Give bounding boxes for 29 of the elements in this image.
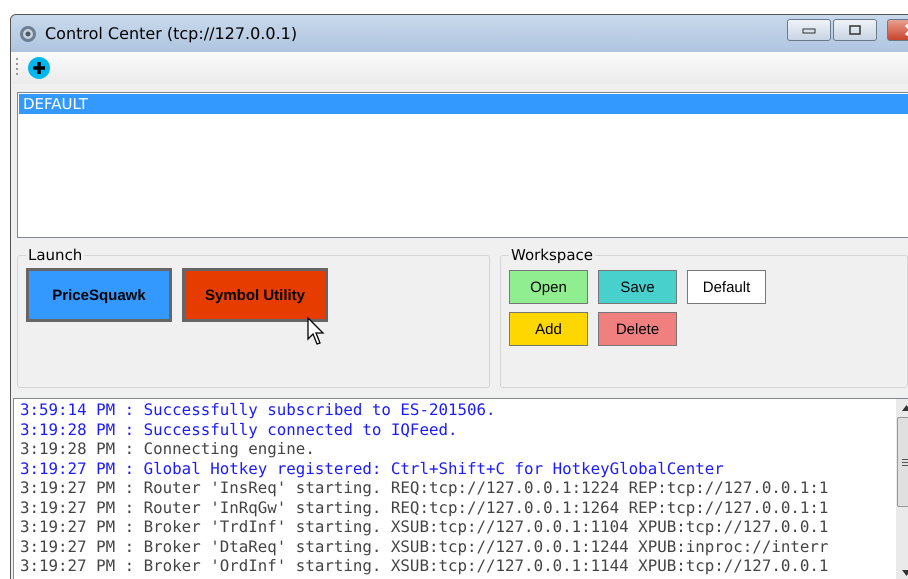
workspace-button[interactable]: Default (687, 270, 766, 304)
scroll-down-icon[interactable] (902, 570, 908, 576)
window-title: Control Center (tcp://127.0.0.1) (45, 24, 298, 43)
gear-icon (19, 24, 37, 42)
launch-button[interactable]: Symbol Utility (182, 268, 328, 322)
log-line: 3:19:27 PM : Broker 'TrdInf' starting. XSUB:tcp://127.0.0.1:1104 XPUB:tcp://127.0.0.1 (20, 517, 830, 536)
workspace-button[interactable]: Save (598, 270, 677, 304)
log-line: 3:19:27 PM : Broker 'DtaReq' starting. XSUB:tcp://127.0.0.1:1244 XPUB:inproc://interr (20, 536, 830, 556)
minimize-button[interactable] (787, 18, 831, 40)
scroll-up-icon[interactable] (902, 405, 908, 411)
group-title: Workspace (510, 246, 594, 264)
group-title: Launch (27, 246, 84, 264)
log-line: 3:19:27 PM : Router 'InsReq' starting. REQ:tcp://127.0.0.1:1224 REP:tcp://127.0.0.1:1 (20, 478, 830, 498)
workspace-button[interactable]: Open (509, 270, 588, 304)
log-line: 3:19:28 PM : Successfully connected to IQFeed. (20, 420, 458, 439)
log-line: 3:19:28 PM : Connecting engine. (20, 439, 316, 458)
maximize-button[interactable] (833, 18, 877, 40)
add-icon[interactable] (27, 56, 51, 80)
minimize-icon (802, 26, 816, 34)
maximize-icon (849, 24, 861, 34)
launch-button[interactable]: PriceSquawk (26, 268, 172, 322)
log-line: 3:19:27 PM : Global Hotkey registered: Ctrl+Shift+C for HotkeyGlobalCenter (20, 458, 725, 478)
log-line: 3:59:14 PM : Successfully subscribed to ES-201506. (20, 400, 497, 420)
grip-icon (902, 458, 908, 466)
workspace-button[interactable]: Delete (598, 312, 677, 346)
log-line: 3:19:27 PM : Broker 'OrdInf' starting. XSUB:tcp://127.0.0.1:1144 XPUB:tcp://127.0.0.1 (20, 556, 830, 576)
log-line: 3:19:27 PM : Router 'InRqGw' starting. REQ:tcp://127.0.0.1:1264 REP:tcp://127.0.0.1:1 (20, 498, 830, 517)
workspace-button[interactable]: Add (509, 312, 588, 346)
mouse-pointer-icon (307, 317, 327, 347)
